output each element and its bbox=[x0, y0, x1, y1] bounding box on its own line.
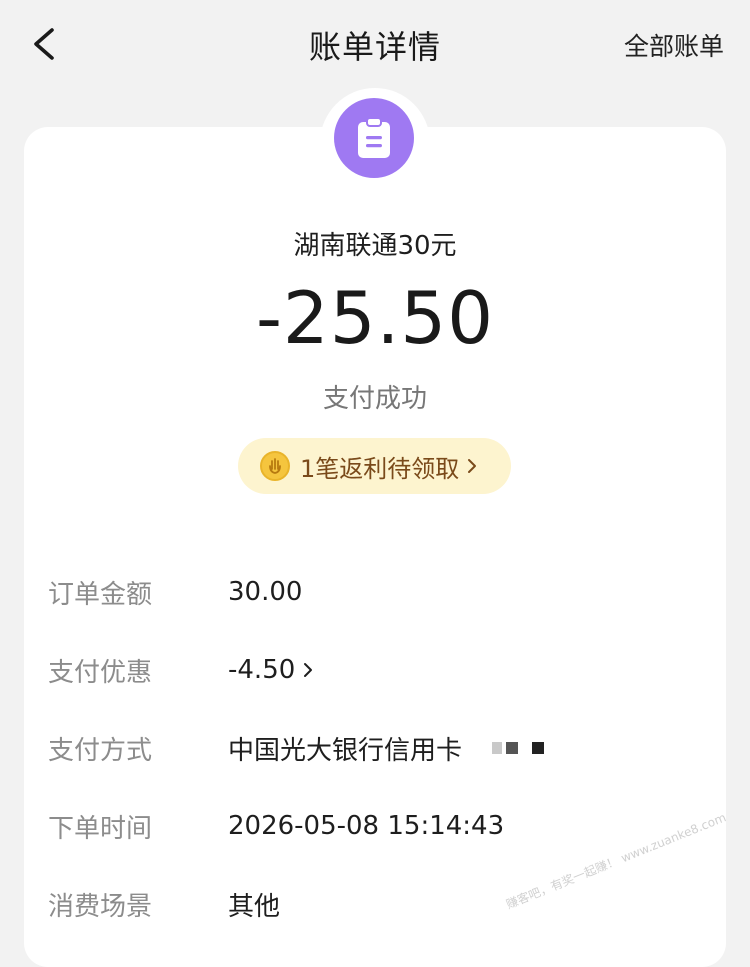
discount-value[interactable]: -4.50 bbox=[228, 655, 315, 685]
navigation-bar: 账单详情 全部账单 bbox=[0, 0, 750, 90]
detail-value: -4.50 bbox=[228, 655, 296, 685]
detail-row-payment-method: 支付方式 中国光大银行信用卡 bbox=[48, 728, 728, 768]
detail-row-order-time: 下单时间 2026-05-08 15:14:43 bbox=[48, 806, 728, 846]
rebate-button[interactable]: 1笔返利待领取 bbox=[238, 438, 511, 494]
mask-block bbox=[506, 742, 519, 754]
detail-value: 2026-05-08 15:14:43 bbox=[228, 811, 505, 841]
mask-block bbox=[532, 742, 545, 754]
detail-value: 中国光大银行信用卡 bbox=[228, 735, 463, 766]
coin-icon bbox=[260, 451, 290, 481]
payment-method-value: 中国光大银行信用卡 bbox=[228, 730, 545, 767]
all-bills-link[interactable]: 全部账单 bbox=[624, 27, 724, 63]
detail-label: 支付优惠 bbox=[48, 657, 153, 688]
mask-block bbox=[492, 742, 503, 754]
detail-label: 下单时间 bbox=[48, 813, 153, 844]
payment-status: 支付成功 bbox=[322, 384, 427, 414]
detail-label: 消费场景 bbox=[48, 891, 153, 922]
detail-label: 支付方式 bbox=[48, 735, 153, 766]
merchant-name: 湖南联通30元 bbox=[293, 231, 457, 261]
detail-value: 30.00 bbox=[228, 577, 303, 607]
chevron-right-icon bbox=[465, 456, 479, 476]
detail-row-order-amount: 订单金额 30.00 bbox=[48, 572, 728, 612]
rebate-label: 1笔返利待领取 bbox=[300, 454, 460, 483]
detail-label: 订单金额 bbox=[48, 579, 153, 610]
detail-value: 其他 bbox=[228, 891, 281, 922]
detail-row-discount[interactable]: 支付优惠 -4.50 bbox=[48, 650, 728, 690]
bill-icon bbox=[334, 98, 414, 178]
payment-amount: -25.50 bbox=[255, 276, 495, 360]
detail-row-scenario: 消费场景 其他 bbox=[48, 884, 728, 924]
chevron-right-icon bbox=[301, 659, 315, 681]
